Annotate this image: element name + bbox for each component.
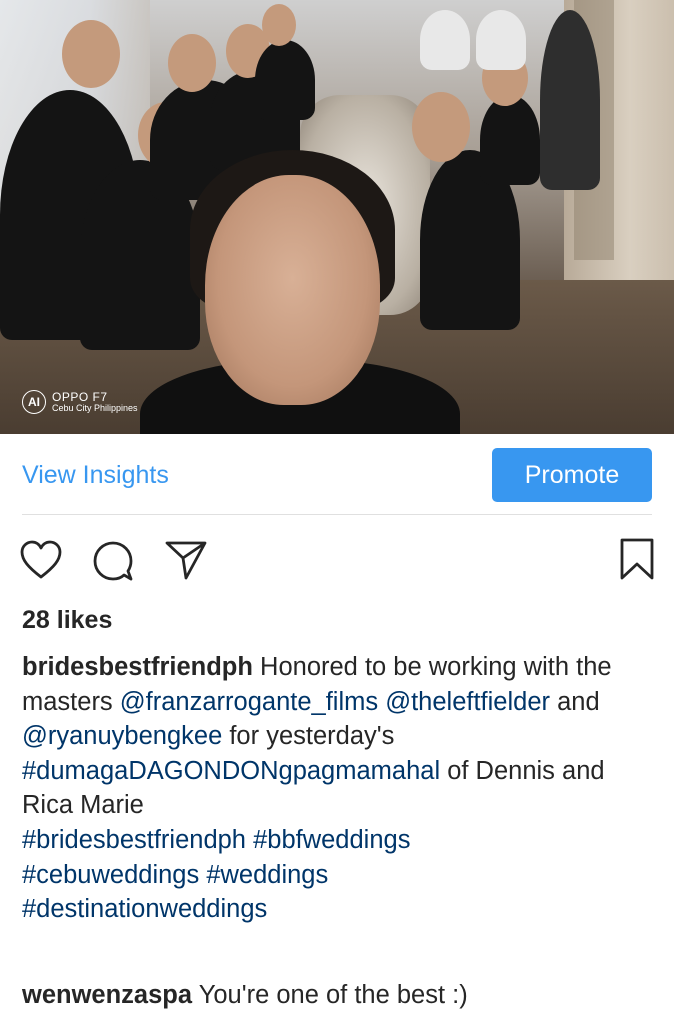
photo-person-head bbox=[62, 20, 120, 88]
like-count[interactable]: 28 likes bbox=[22, 606, 112, 635]
heart-icon[interactable] bbox=[20, 540, 62, 580]
camera-location: Cebu City Philippines bbox=[52, 402, 138, 413]
post-photo[interactable]: AI OPPO F7 Cebu City Philippines bbox=[0, 0, 674, 434]
caption-username[interactable]: bridesbestfriendph bbox=[22, 653, 253, 681]
photo-selfie-face bbox=[205, 175, 380, 405]
photo-person bbox=[540, 10, 600, 190]
hashtag-link[interactable]: #bridesbestfriendph bbox=[22, 826, 246, 854]
comment-text: You're one of the best :) bbox=[198, 981, 468, 1009]
photo-person-head bbox=[262, 4, 296, 46]
comment-icon[interactable] bbox=[92, 540, 134, 582]
divider bbox=[22, 514, 652, 515]
caption-text: for yesterday's bbox=[222, 722, 395, 751]
promote-button[interactable]: Promote bbox=[492, 448, 652, 502]
photo-person bbox=[476, 10, 526, 70]
camera-model: OPPO F7 bbox=[52, 389, 108, 404]
mention-link[interactable]: @theleftfielder bbox=[385, 688, 550, 716]
hashtag-link[interactable]: #weddings bbox=[206, 861, 328, 889]
hashtag-link[interactable]: #bbfweddings bbox=[253, 826, 410, 854]
hashtag-link[interactable]: #cebuweddings bbox=[22, 861, 199, 889]
ai-camera-icon: AI bbox=[22, 390, 46, 414]
photo-person bbox=[420, 10, 470, 70]
comment-username[interactable]: wenwenzaspa bbox=[22, 981, 192, 1009]
caption-text: and bbox=[550, 687, 600, 716]
bookmark-icon[interactable] bbox=[618, 537, 656, 581]
post-caption: bridesbestfriendph Honored to be working… bbox=[22, 650, 662, 927]
photo-person bbox=[255, 40, 315, 120]
mention-link[interactable]: @franzarrogante_films bbox=[120, 688, 378, 716]
photo-person bbox=[480, 95, 540, 185]
hashtag-link[interactable]: #dumagaDAGONDONgpagmamahal bbox=[22, 757, 440, 785]
camera-watermark: AI OPPO F7 Cebu City Philippines bbox=[22, 390, 138, 414]
share-icon[interactable] bbox=[164, 540, 208, 580]
mention-link[interactable]: @ryanuybengkee bbox=[22, 722, 222, 750]
photo-person-head bbox=[168, 34, 216, 92]
insights-bar: View Insights Promote bbox=[0, 434, 674, 514]
hashtag-link[interactable]: #destinationweddings bbox=[22, 895, 267, 923]
view-insights-link[interactable]: View Insights bbox=[22, 461, 169, 490]
photo-person-head bbox=[412, 92, 470, 162]
comment-row: wenwenzaspa You're one of the best :) bbox=[22, 981, 662, 1010]
